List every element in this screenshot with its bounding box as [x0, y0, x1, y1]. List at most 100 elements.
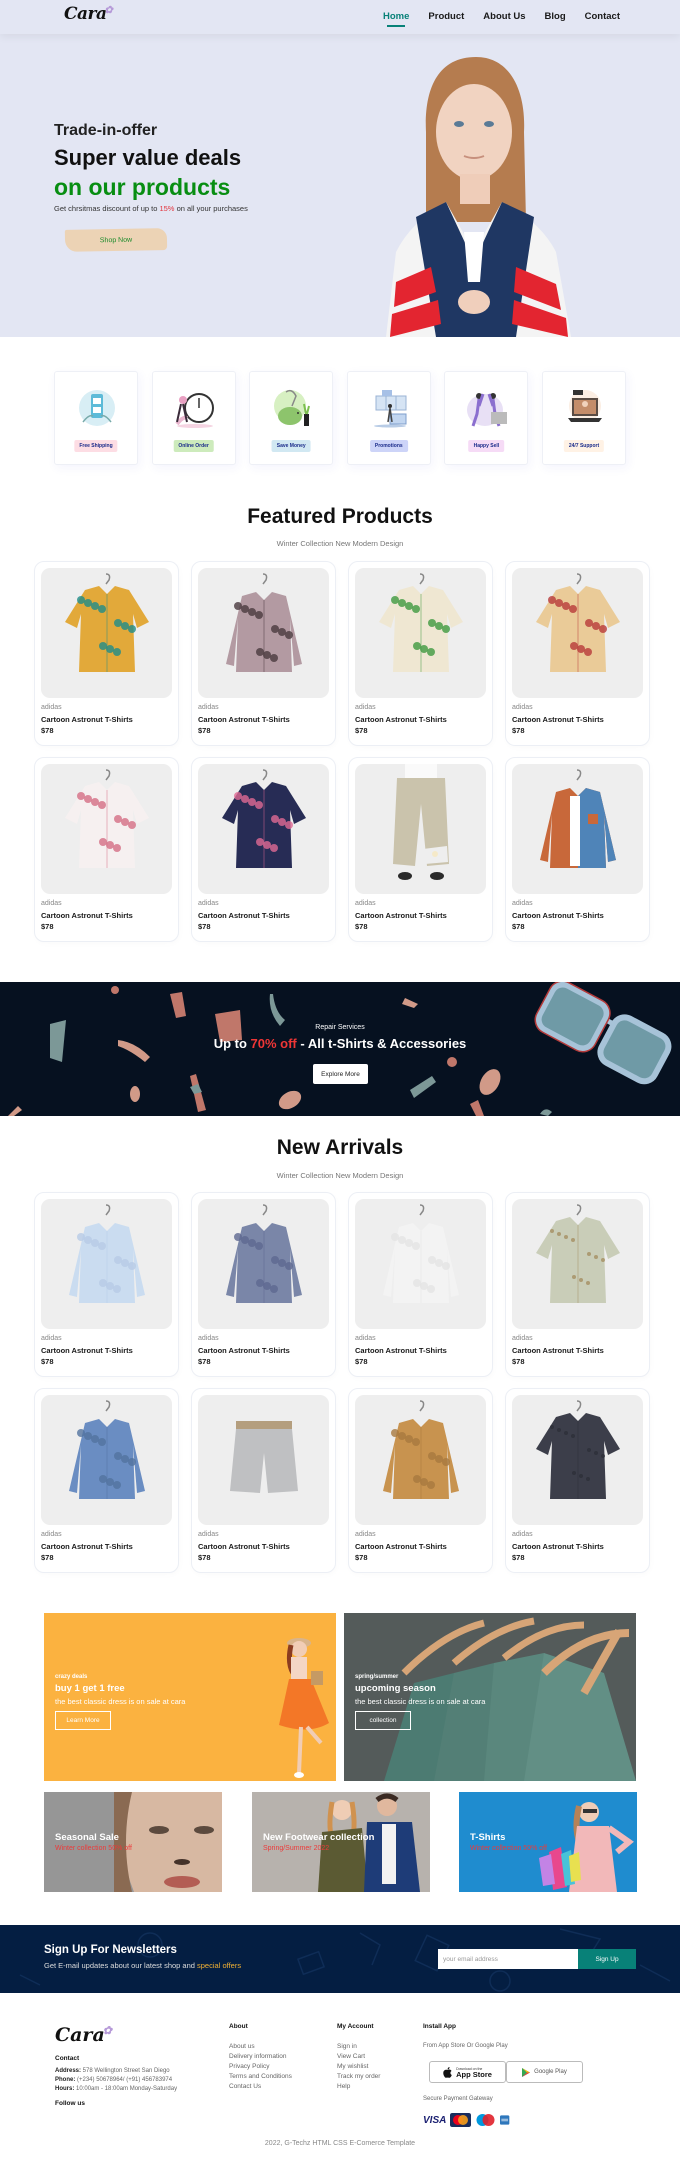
footer-link-track-order[interactable]: Track my order: [337, 2072, 380, 2081]
phone-delivery-icon: [79, 390, 115, 426]
nav-blog[interactable]: Blog: [545, 11, 566, 22]
follow-us-heading: Follow us: [55, 2100, 85, 2107]
product-image[interactable]: [41, 1395, 172, 1525]
site-logo[interactable]: Cara✿: [64, 4, 114, 24]
footer-link-sign-in[interactable]: Sign in: [337, 2042, 380, 2051]
product-name: Cartoon Astronut T-Shirts: [355, 1346, 447, 1355]
product-card[interactable]: adidas Cartoon Astronut T-Shirts $78: [348, 1388, 493, 1573]
product-image[interactable]: [512, 568, 643, 698]
product-image[interactable]: [355, 1199, 486, 1329]
app-store-button[interactable]: Download on the App Store: [429, 2061, 506, 2083]
footer-link-delivery[interactable]: Delivery information: [229, 2052, 292, 2061]
shop-now-button[interactable]: Shop Now: [64, 228, 168, 252]
install-app-desc: From App Store Or Google Play: [423, 2043, 508, 2049]
product-name: Cartoon Astronut T-Shirts: [41, 1346, 133, 1355]
product-card[interactable]: adidas Cartoon Astronut T-Shirts $78: [505, 1192, 650, 1377]
product-card[interactable]: adidas Cartoon Astronut T-Shirts $78: [34, 757, 179, 942]
shopping-woman-image: [539, 1802, 634, 1892]
product-price: $78: [198, 1357, 211, 1366]
banner-kicker: crazy deals: [55, 1674, 88, 1680]
product-image[interactable]: [355, 764, 486, 894]
collection-button[interactable]: collection: [355, 1711, 411, 1730]
product-card[interactable]: adidas Cartoon Astronut T-Shirts $78: [191, 757, 336, 942]
newsletter-title: Sign Up For Newsletters: [44, 1944, 177, 1956]
product-card[interactable]: adidas Cartoon Astronut T-Shirts $78: [191, 1388, 336, 1573]
newsletter-signup-button[interactable]: Sign Up: [578, 1949, 636, 1969]
product-card[interactable]: adidas Cartoon Astronut T-Shirts $78: [505, 1388, 650, 1573]
stopwatch-icon: [174, 393, 214, 428]
product-card[interactable]: adidas Cartoon Astronut T-Shirts $78: [34, 561, 179, 746]
google-play-button[interactable]: Google Play: [506, 2061, 583, 2083]
product-image[interactable]: [41, 568, 172, 698]
footer-link-privacy[interactable]: Privacy Policy: [229, 2062, 292, 2071]
banner-subtitle: Winter collection 50% off: [470, 1845, 547, 1852]
nav-contact[interactable]: Contact: [585, 11, 620, 22]
product-price: $78: [355, 726, 368, 735]
product-image[interactable]: [355, 568, 486, 698]
product-image[interactable]: [41, 1199, 172, 1329]
footwear-collection-banner[interactable]: New Footwear collection Spring/Summer 20…: [252, 1792, 430, 1892]
new-arrivals-product-grid: adidas Cartoon Astronut T-Shirts $78 adidas…: [34, 1192, 650, 1573]
product-name: Cartoon Astronut T-Shirts: [198, 1542, 290, 1551]
product-image[interactable]: [198, 764, 329, 894]
product-price: $78: [355, 1357, 368, 1366]
woman-face-image: [114, 1792, 222, 1892]
nav-about-us[interactable]: About Us: [483, 11, 525, 22]
light-blue-shirt-image: [69, 1204, 145, 1303]
product-price: $78: [198, 922, 211, 931]
footer-link-terms[interactable]: Terms and Conditions: [229, 2072, 292, 2081]
logo-text: Cara: [64, 4, 107, 24]
footer-link-wishlist[interactable]: My wishlist: [337, 2062, 380, 2071]
product-name: Cartoon Astronut T-Shirts: [512, 1542, 604, 1551]
product-name: Cartoon Astronut T-Shirts: [41, 715, 133, 724]
product-price: $78: [41, 922, 54, 931]
product-card[interactable]: adidas Cartoon Astronut T-Shirts $78: [191, 1192, 336, 1377]
product-image[interactable]: [512, 764, 643, 894]
product-brand: adidas: [41, 1335, 62, 1342]
site-footer: Cara✿ Contact Address: 578 Wellington St…: [0, 1993, 680, 2181]
product-price: $78: [198, 726, 211, 735]
seasonal-sale-banner[interactable]: Seasonal Sale Winter collection 50% off: [44, 1792, 222, 1892]
t-shirts-banner[interactable]: T-Shirts Winter collection 50% off: [459, 1792, 637, 1892]
product-card[interactable]: adidas Cartoon Astronut T-Shirts $78: [505, 757, 650, 942]
product-image[interactable]: [41, 764, 172, 894]
product-card[interactable]: adidas Cartoon Astronut T-Shirts $78: [34, 1192, 179, 1377]
product-image[interactable]: [355, 1395, 486, 1525]
explore-more-button[interactable]: Explore More: [313, 1064, 368, 1084]
crazy-deals-banner: crazy deals buy 1 get 1 free the best cl…: [44, 1613, 336, 1781]
google-play-icon: [522, 2067, 531, 2077]
product-name: Cartoon Astronut T-Shirts: [355, 715, 447, 724]
product-card[interactable]: adidas Cartoon Astronut T-Shirts $78: [505, 561, 650, 746]
footer-link-about-us[interactable]: About us: [229, 2042, 292, 2051]
product-image[interactable]: [512, 1199, 643, 1329]
new-arrivals-subtitle: Winter Collection New Modern Design: [276, 1171, 404, 1180]
footer-link-help[interactable]: Help: [337, 2082, 380, 2091]
banner-title: T-Shirts: [470, 1832, 506, 1843]
product-card[interactable]: adidas Cartoon Astronut T-Shirts $78: [348, 1192, 493, 1377]
banner-title: upcoming season: [355, 1683, 436, 1694]
payment-gateway-heading: Secure Payment Gateway: [423, 2096, 493, 2102]
product-image[interactable]: [198, 1199, 329, 1329]
promotion-icon: [373, 390, 407, 428]
nav-product[interactable]: Product: [428, 11, 464, 22]
footer-link-contact[interactable]: Contact Us: [229, 2082, 292, 2091]
apple-icon: [443, 2066, 452, 2078]
footer-logo[interactable]: Cara✿: [55, 2024, 114, 2046]
product-price: $78: [198, 1553, 211, 1562]
product-card[interactable]: adidas Cartoon Astronut T-Shirts $78: [348, 757, 493, 942]
product-card[interactable]: adidas Cartoon Astronut T-Shirts $78: [348, 561, 493, 746]
banner-kicker: spring/summer: [355, 1674, 399, 1680]
product-image[interactable]: [512, 1395, 643, 1525]
hero-kicker: Trade-in-offer: [54, 122, 158, 139]
feature-promotions: Promotions: [346, 371, 431, 465]
product-image[interactable]: [198, 1395, 329, 1525]
learn-more-button[interactable]: Learn More: [55, 1711, 111, 1730]
newsletter-email-input[interactable]: [438, 1949, 578, 1969]
tropical-shirt-image: [379, 573, 463, 672]
product-card[interactable]: adidas Cartoon Astronut T-Shirts $78: [191, 561, 336, 746]
footer-link-view-cart[interactable]: View Cart: [337, 2052, 380, 2061]
product-image[interactable]: [198, 568, 329, 698]
nav-home[interactable]: Home: [383, 11, 409, 27]
product-card[interactable]: adidas Cartoon Astronut T-Shirts $78: [34, 1388, 179, 1573]
paisley-blouse-image: [226, 573, 302, 672]
